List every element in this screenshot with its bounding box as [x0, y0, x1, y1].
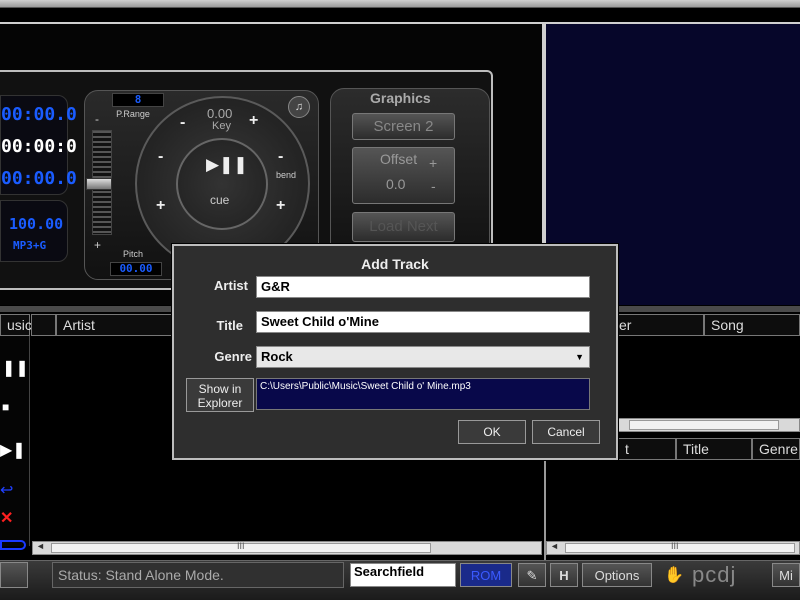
graphics-title: Graphics	[370, 90, 431, 106]
right-horizontal-scrollbar[interactable]: ◄ III	[546, 541, 800, 555]
cue-button[interactable]: cue	[210, 193, 229, 207]
file-path-box[interactable]: C:\Users\Public\Music\Sweet Child o' Min…	[256, 378, 590, 410]
right-upper-scrollbar[interactable]	[618, 418, 800, 432]
genre-label: Genre	[214, 349, 252, 364]
time-current: 00:00:0	[1, 136, 77, 157]
time-elapsed: 00:00.0	[1, 104, 77, 125]
music-note-icon[interactable]: ♫	[288, 96, 310, 118]
genre-select[interactable]: Rock ▼	[256, 346, 590, 368]
pitch-label: Pitch	[122, 249, 143, 259]
offset-plus-button[interactable]: +	[429, 155, 437, 171]
left-horizontal-scrollbar[interactable]: ◄ III	[32, 541, 542, 555]
mi-button[interactable]: Mi	[772, 563, 800, 587]
artist-input[interactable]: G&R	[256, 276, 590, 298]
show-in-explorer-button[interactable]: Show in Explorer	[186, 378, 254, 412]
link-icon[interactable]: ↩	[0, 480, 13, 500]
bend-left-minus-button[interactable]: -	[158, 148, 163, 166]
ok-button[interactable]: OK	[458, 420, 526, 444]
search-field[interactable]: Searchfield	[350, 563, 456, 587]
format-label: MP3+G	[13, 239, 47, 252]
bpm-display: 100.00 MP3+G	[0, 200, 68, 262]
status-bar: Status: Stand Alone Mode.	[52, 562, 344, 588]
bend-minus-button[interactable]: -	[278, 148, 283, 166]
artist-label: Artist	[214, 278, 248, 293]
bend-label: bend	[276, 170, 297, 180]
screen-2-button[interactable]: Screen 2	[352, 113, 455, 140]
scroll-grip-2: III	[671, 541, 679, 551]
offset-label: Offset	[380, 151, 418, 167]
pause-icon[interactable]: ❚❚	[2, 358, 29, 378]
bpm-value: 100.00	[9, 215, 64, 233]
title-input[interactable]: Sweet Child o'Mine	[256, 311, 590, 333]
time-remaining: 00:00.0	[1, 168, 77, 189]
stop-icon[interactable]: ■	[2, 400, 9, 414]
h-button[interactable]: H	[550, 563, 578, 587]
right-scroll-thumb[interactable]: III	[565, 541, 795, 553]
hand-icon[interactable]: ✋	[664, 565, 684, 585]
genre-value: Rock	[261, 349, 293, 364]
offset-value: 0.0	[386, 176, 406, 192]
key-label: Key	[212, 120, 231, 132]
key-minus-button[interactable]: -	[180, 114, 185, 132]
bend-left-plus-button[interactable]: +	[156, 197, 165, 215]
pcdj-logo: pcdj	[692, 562, 737, 587]
header-title[interactable]: Title	[676, 438, 752, 460]
pitch-minus-label: -	[95, 112, 99, 126]
rom-button[interactable]: ROM	[460, 563, 512, 587]
header-er[interactable]: er	[612, 314, 704, 336]
left-scroll-thumb[interactable]: III	[51, 541, 431, 553]
scroll-left-icon-2[interactable]: ◄	[550, 541, 559, 551]
header-artist[interactable]: Artist	[56, 314, 176, 336]
key-value: 0.00	[207, 106, 233, 121]
cancel-button[interactable]: Cancel	[532, 420, 600, 444]
scroll-grip: III	[237, 541, 245, 551]
header-genre[interactable]: Genre	[752, 438, 800, 460]
pitch-slider-knob[interactable]	[86, 178, 112, 190]
play-cue-center	[176, 138, 268, 230]
play-pause-button[interactable]: ▶❚❚	[206, 155, 248, 175]
toolbar-left-button[interactable]	[0, 562, 28, 588]
dialog-title: Add Track	[361, 256, 429, 272]
scroll-thumb[interactable]	[629, 420, 779, 430]
title-bar	[0, 0, 800, 8]
header-t[interactable]: t	[618, 438, 676, 460]
prange-value[interactable]: 8	[112, 93, 164, 107]
scroll-left-icon[interactable]: ◄	[36, 541, 45, 551]
options-button[interactable]: Options	[582, 563, 652, 587]
prange-label: P.Range	[116, 109, 150, 119]
header-blank[interactable]	[31, 314, 56, 336]
pitch-plus-label: +	[94, 238, 102, 252]
blue-indicator	[0, 540, 26, 550]
key-plus-button[interactable]: +	[249, 112, 258, 130]
time-display: 00:00.0 00:00:0 00:00.0	[0, 95, 77, 195]
remove-icon[interactable]: ✕	[0, 508, 13, 528]
title-label: Title	[216, 318, 244, 333]
bend-plus-button[interactable]: +	[276, 197, 285, 215]
chevron-down-icon[interactable]: ▼	[575, 347, 584, 367]
edit-icon[interactable]: ✎	[518, 563, 546, 587]
load-next-button[interactable]: Load Next	[352, 212, 455, 242]
pitch-value: 00.00	[110, 262, 162, 276]
header-music[interactable]: usic	[0, 314, 32, 336]
offset-minus-button[interactable]: -	[431, 178, 436, 194]
next-icon[interactable]: ▶❚	[0, 440, 26, 460]
header-song[interactable]: Song	[704, 314, 800, 336]
